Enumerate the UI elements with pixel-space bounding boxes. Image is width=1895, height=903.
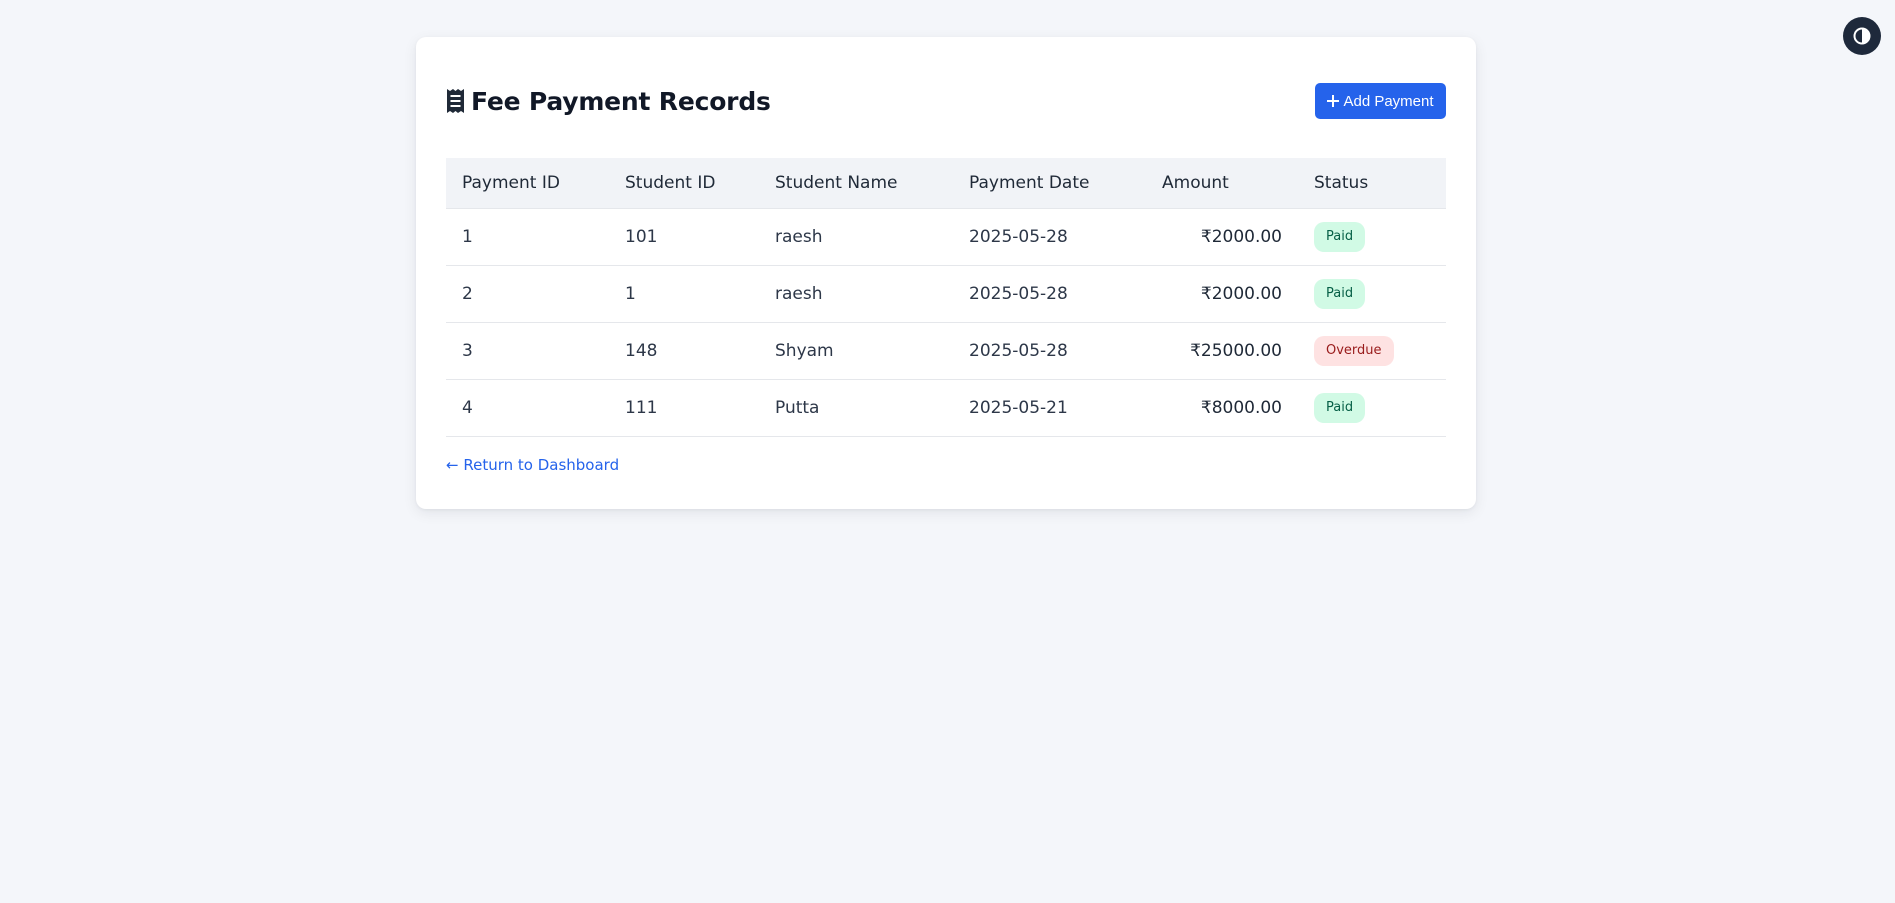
cell-student-id: 101 bbox=[609, 208, 759, 266]
status-badge: Overdue bbox=[1314, 335, 1394, 366]
add-payment-button[interactable]: Add Payment bbox=[1315, 83, 1446, 119]
column-header-student-id: Student ID bbox=[609, 158, 759, 209]
cell-amount: ₹25000.00 bbox=[1146, 322, 1298, 380]
status-badge: Paid bbox=[1314, 221, 1366, 252]
status-badge: Paid bbox=[1314, 278, 1366, 309]
table-row: 1 101 raesh 2025-05-28 ₹2000.00 Paid bbox=[446, 208, 1446, 266]
cell-status: Overdue bbox=[1298, 322, 1446, 380]
cell-payment-id: 2 bbox=[446, 265, 609, 323]
cell-status: Paid bbox=[1298, 379, 1446, 437]
page-title: Fee Payment Records bbox=[471, 86, 771, 116]
cell-student-id: 1 bbox=[609, 265, 759, 323]
card-header: Fee Payment Records Add Payment bbox=[446, 83, 1446, 119]
table-header-row: Payment ID Student ID Student Name Payme… bbox=[446, 158, 1446, 209]
cell-payment-date: 2025-05-21 bbox=[953, 379, 1146, 437]
plus-icon bbox=[1327, 95, 1340, 107]
cell-payment-date: 2025-05-28 bbox=[953, 322, 1146, 380]
column-header-amount: Amount bbox=[1146, 158, 1298, 209]
contrast-icon bbox=[1853, 27, 1871, 45]
cell-student-id: 111 bbox=[609, 379, 759, 437]
payments-table: Payment ID Student ID Student Name Payme… bbox=[446, 158, 1446, 437]
cell-amount: ₹8000.00 bbox=[1146, 379, 1298, 437]
table-row: 4 111 Putta 2025-05-21 ₹8000.00 Paid bbox=[446, 379, 1446, 437]
column-header-payment-id: Payment ID bbox=[446, 158, 609, 209]
cell-amount: ₹2000.00 bbox=[1146, 265, 1298, 323]
column-header-student-name: Student Name bbox=[759, 158, 953, 209]
add-payment-label: Add Payment bbox=[1343, 92, 1434, 110]
return-to-dashboard-link[interactable]: ← Return to Dashboard bbox=[446, 456, 619, 474]
cell-payment-id: 4 bbox=[446, 379, 609, 437]
theme-toggle-button[interactable] bbox=[1843, 17, 1881, 55]
column-header-payment-date: Payment Date bbox=[953, 158, 1146, 209]
cell-amount: ₹2000.00 bbox=[1146, 208, 1298, 266]
cell-payment-id: 1 bbox=[446, 208, 609, 266]
cell-payment-id: 3 bbox=[446, 322, 609, 380]
cell-payment-date: 2025-05-28 bbox=[953, 265, 1146, 323]
cell-student-name: Putta bbox=[759, 379, 953, 437]
cell-status: Paid bbox=[1298, 265, 1446, 323]
cell-student-name: Shyam bbox=[759, 322, 953, 380]
cell-student-name: raesh bbox=[759, 265, 953, 323]
receipt-icon bbox=[447, 89, 464, 113]
column-header-status: Status bbox=[1298, 158, 1446, 209]
cell-status: Paid bbox=[1298, 208, 1446, 266]
cell-payment-date: 2025-05-28 bbox=[953, 208, 1146, 266]
cell-student-id: 148 bbox=[609, 322, 759, 380]
cell-student-name: raesh bbox=[759, 208, 953, 266]
table-row: 3 148 Shyam 2025-05-28 ₹25000.00 Overdue bbox=[446, 322, 1446, 380]
status-badge: Paid bbox=[1314, 392, 1366, 423]
table-row: 2 1 raesh 2025-05-28 ₹2000.00 Paid bbox=[446, 265, 1446, 323]
payment-records-card: Fee Payment Records Add Payment Payment … bbox=[416, 37, 1476, 509]
title-wrap: Fee Payment Records bbox=[446, 87, 771, 116]
